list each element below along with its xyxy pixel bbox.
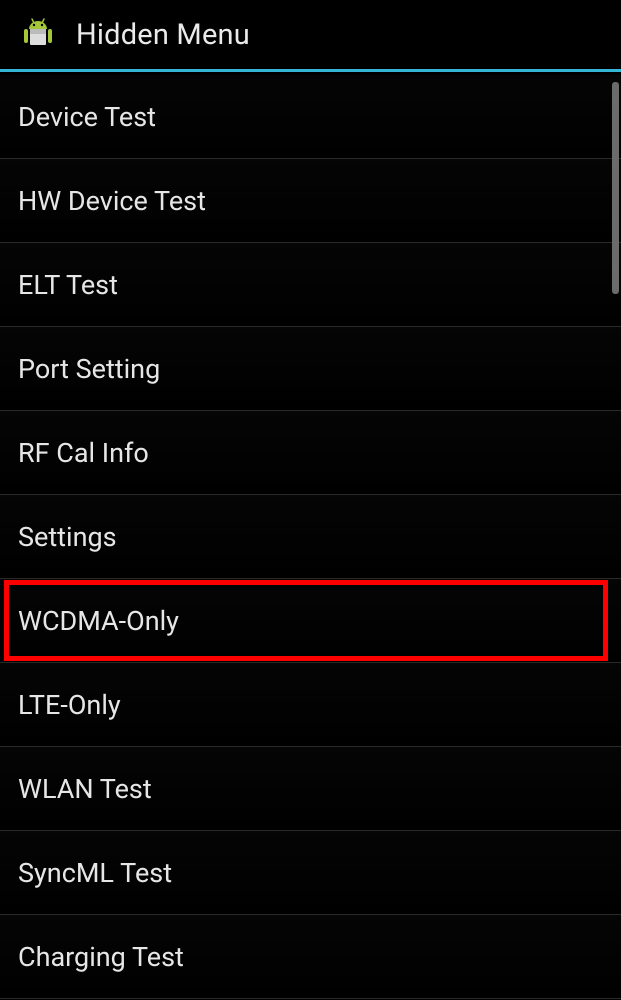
list-item-label: Charging Test bbox=[18, 941, 184, 973]
menu-item-lte-only[interactable]: LTE-Only bbox=[0, 663, 621, 747]
list-item-label: WCDMA-Only bbox=[18, 605, 179, 637]
list-item-label: LTE-Only bbox=[18, 689, 121, 721]
menu-list: Device Test HW Device Test ELT Test Port… bbox=[0, 75, 621, 1000]
scrollbar-thumb[interactable] bbox=[612, 82, 619, 294]
list-item-label: Settings bbox=[18, 521, 117, 553]
menu-item-settings[interactable]: Settings bbox=[0, 495, 621, 579]
list-item-label: Device Test bbox=[18, 101, 156, 133]
app-header: Hidden Menu bbox=[0, 0, 621, 72]
menu-item-charging-test[interactable]: Charging Test bbox=[0, 915, 621, 999]
page-title: Hidden Menu bbox=[76, 18, 250, 52]
android-box-icon bbox=[14, 11, 62, 59]
menu-item-hw-device-test[interactable]: HW Device Test bbox=[0, 159, 621, 243]
menu-item-wcdma-only[interactable]: WCDMA-Only bbox=[0, 579, 621, 663]
menu-item-elt-test[interactable]: ELT Test bbox=[0, 243, 621, 327]
list-item-label: SyncML Test bbox=[18, 857, 172, 889]
list-item-label: Port Setting bbox=[18, 353, 160, 385]
list-item-label: ELT Test bbox=[18, 269, 118, 301]
list-item-label: WLAN Test bbox=[18, 773, 152, 805]
list-item-label: RF Cal Info bbox=[18, 437, 149, 469]
menu-item-wlan-test[interactable]: WLAN Test bbox=[0, 747, 621, 831]
menu-item-syncml-test[interactable]: SyncML Test bbox=[0, 831, 621, 915]
menu-item-rf-cal-info[interactable]: RF Cal Info bbox=[0, 411, 621, 495]
list-item-label: HW Device Test bbox=[18, 185, 206, 217]
menu-item-device-test[interactable]: Device Test bbox=[0, 75, 621, 159]
menu-item-port-setting[interactable]: Port Setting bbox=[0, 327, 621, 411]
